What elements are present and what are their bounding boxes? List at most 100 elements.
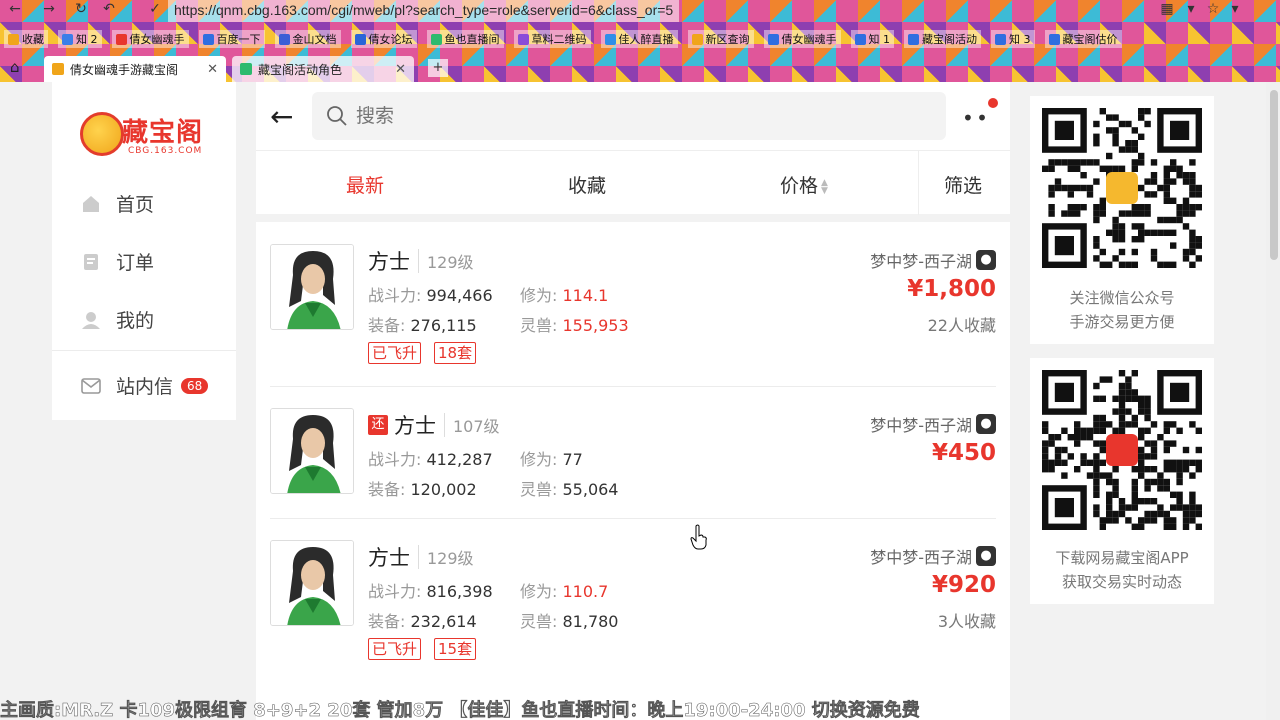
stat-label: 灵兽: [520, 316, 558, 335]
bookmark-item[interactable]: 藏宝阁估价 [1044, 30, 1122, 48]
favicon-icon [52, 63, 64, 75]
apps-icon[interactable]: ▦ [1158, 1, 1176, 17]
back-nav-icon[interactable]: ← [6, 1, 24, 17]
listing-row[interactable]: 还方士 107级 战斗力: 412,287 修为: 77 装备: 120,002 灵兽: … [256, 386, 1010, 518]
bookmark-item[interactable]: 金山文档 [274, 30, 341, 48]
bookmark-item[interactable]: 草料二维码 [513, 30, 591, 48]
bookmark-label: 知 2 [76, 33, 98, 46]
close-icon[interactable]: ✕ [395, 62, 406, 77]
bookmark-label: 金山文档 [292, 33, 337, 46]
stat-value: 120,002 [410, 480, 477, 499]
url-text[interactable]: https://qnm.cbg.163.com/cgi/mweb/pl?sear… [168, 0, 680, 22]
new-tab-button[interactable]: + [428, 59, 448, 77]
chevron-down-icon[interactable]: ▾ [1226, 1, 1244, 17]
favorite-count: 22人收藏 [927, 316, 996, 335]
bookmark-item[interactable]: 知 3 [991, 30, 1035, 48]
mail-icon [80, 375, 102, 397]
address-bar[interactable]: ← → ↻ ↶ ✓ https://qnm.cbg.163.com/cgi/mw… [0, 0, 1280, 22]
bookmark-item[interactable]: 知 1 [850, 30, 894, 48]
app-qr-card: 下载网易藏宝阁APP 获取交易实时动态 [1030, 358, 1214, 604]
qr-caption: 手游交易更方便 [1069, 313, 1175, 331]
bookmark-item[interactable]: 知 2 [58, 30, 102, 48]
stream-ticker: 主画质:MR.Z 卡109极限组育 8+9+2 20套 管加8万 【佳佳】鱼也直… [0, 700, 920, 720]
equip-stat: 装备: 232,614 [368, 608, 477, 632]
character-avatar [270, 408, 354, 494]
unread-badge: 68 [181, 377, 209, 394]
sidebar-item-orders[interactable]: 订单 [80, 248, 154, 275]
sidebar-item-mine[interactable]: 我的 [80, 306, 154, 333]
more-menu-icon[interactable]: • • [962, 106, 988, 130]
dropdown-icon[interactable]: ▾ [1182, 1, 1200, 17]
bookmark-item[interactable]: 倩女幽魂手 [763, 30, 841, 48]
bookmark-item[interactable]: 百度一下 [198, 30, 265, 48]
back-arrow-icon[interactable]: ← [270, 100, 293, 133]
bookmark-label: 草料二维码 [531, 33, 587, 46]
tab-strip: ⌂ 倩女幽魂手游藏宝阁 ✕ 藏宝阁活动角色 ✕ + [0, 56, 1280, 82]
sidebar-item-label: 订单 [116, 252, 155, 274]
bookmark-favicon-icon [908, 33, 919, 45]
bookmark-item[interactable]: 收藏 [4, 30, 48, 48]
bookmark-label: 倩女论坛 [368, 33, 413, 46]
tab-cbg-main[interactable]: 倩女幽魂手游藏宝阁 ✕ [44, 56, 226, 82]
bookmark-item[interactable]: 鱼也直播间 [426, 30, 504, 48]
reload-icon[interactable]: ↻ [72, 1, 90, 17]
listing-tag: 15套 [434, 638, 477, 660]
favicon-icon [240, 63, 252, 75]
search-box[interactable] [312, 92, 946, 140]
scrollbar[interactable] [1266, 82, 1280, 720]
browser-chrome: ← → ↻ ↶ ✓ https://qnm.cbg.163.com/cgi/mw… [0, 0, 1280, 82]
character-class: 方士 [394, 414, 436, 438]
return-badge: 还 [368, 415, 388, 435]
sidebar: 藏宝阁 CBG.163.COM 首页 订单 我的 站内信 68 [52, 82, 236, 420]
sort-icon: ▲ ▼ [821, 177, 828, 196]
scroll-thumb[interactable] [1270, 90, 1278, 260]
bookmark-item[interactable]: 新区查询 [687, 30, 754, 48]
stat-value: 114.1 [562, 286, 609, 305]
home-icon[interactable]: ⌂ [10, 58, 20, 76]
star-icon[interactable]: ☆ [1204, 1, 1222, 17]
server-label: 梦中梦-西子湖 ● [870, 248, 996, 272]
tab-cbg-activity[interactable]: 藏宝阁活动角色 ✕ [232, 56, 414, 82]
stat-label: 装备: [368, 316, 406, 335]
tab-filter[interactable]: 筛选 [944, 171, 982, 198]
undo-icon[interactable]: ↶ [100, 1, 118, 17]
bookmark-item[interactable]: 藏宝阁活动 [904, 30, 981, 48]
sidebar-item-messages[interactable]: 站内信 68 [80, 372, 209, 399]
divider [918, 151, 919, 215]
bookmark-favicon-icon [430, 33, 442, 45]
bookmark-item[interactable]: 佳人醉直播 [600, 30, 678, 48]
bookmark-favicon-icon [767, 33, 779, 45]
server-label: 梦中梦-西子湖 ● [870, 544, 996, 568]
tab-latest[interactable]: 最新 [346, 171, 384, 198]
tab-favorites[interactable]: 收藏 [568, 171, 606, 198]
search-icon [327, 106, 347, 126]
qr-code-image [1042, 108, 1202, 268]
price: ¥920 [931, 572, 996, 598]
character-avatar [270, 244, 354, 330]
listing-row[interactable]: 方士 129级 战斗力: 816,398 修为: 110.7 装备: 232,614 灵兽… [256, 518, 1010, 678]
tab-price[interactable]: 价格 ▲ ▼ [780, 171, 828, 198]
forward-nav-icon[interactable]: → [40, 1, 58, 17]
close-icon[interactable]: ✕ [207, 62, 218, 77]
security-icon: ✓ [149, 1, 161, 17]
listing-list: 方士 129级 战斗力: 994,466 修为: 114.1 装备: 276,115 灵兽… [256, 222, 1010, 720]
bookmark-item[interactable]: 倩女幽魂手 [111, 30, 189, 48]
home-icon [80, 193, 102, 215]
bookmark-label: 藏宝阁活动 [922, 33, 977, 46]
sidebar-item-home[interactable]: 首页 [80, 190, 154, 217]
listing-row[interactable]: 方士 129级 战斗力: 994,466 修为: 114.1 装备: 276,115 灵兽… [256, 222, 1010, 386]
bookmark-item[interactable]: 倩女论坛 [350, 30, 417, 48]
bookmark-label: 百度一下 [216, 33, 261, 46]
power-stat: 战斗力: 994,466 [368, 282, 493, 306]
bookmark-favicon-icon [62, 33, 73, 45]
user-icon [80, 309, 102, 331]
bookmark-label: 鱼也直播间 [444, 33, 500, 46]
apple-icon: ● [976, 546, 996, 566]
apple-icon: ● [976, 250, 996, 270]
character-level: 129级 [418, 249, 474, 273]
tab-label: 藏宝阁活动角色 [258, 62, 343, 77]
power-stat: 战斗力: 412,287 [368, 446, 493, 470]
bookmark-label: 知 1 [868, 33, 891, 46]
search-input[interactable] [356, 105, 916, 127]
logo[interactable]: 藏宝阁 CBG.163.COM [80, 104, 210, 160]
